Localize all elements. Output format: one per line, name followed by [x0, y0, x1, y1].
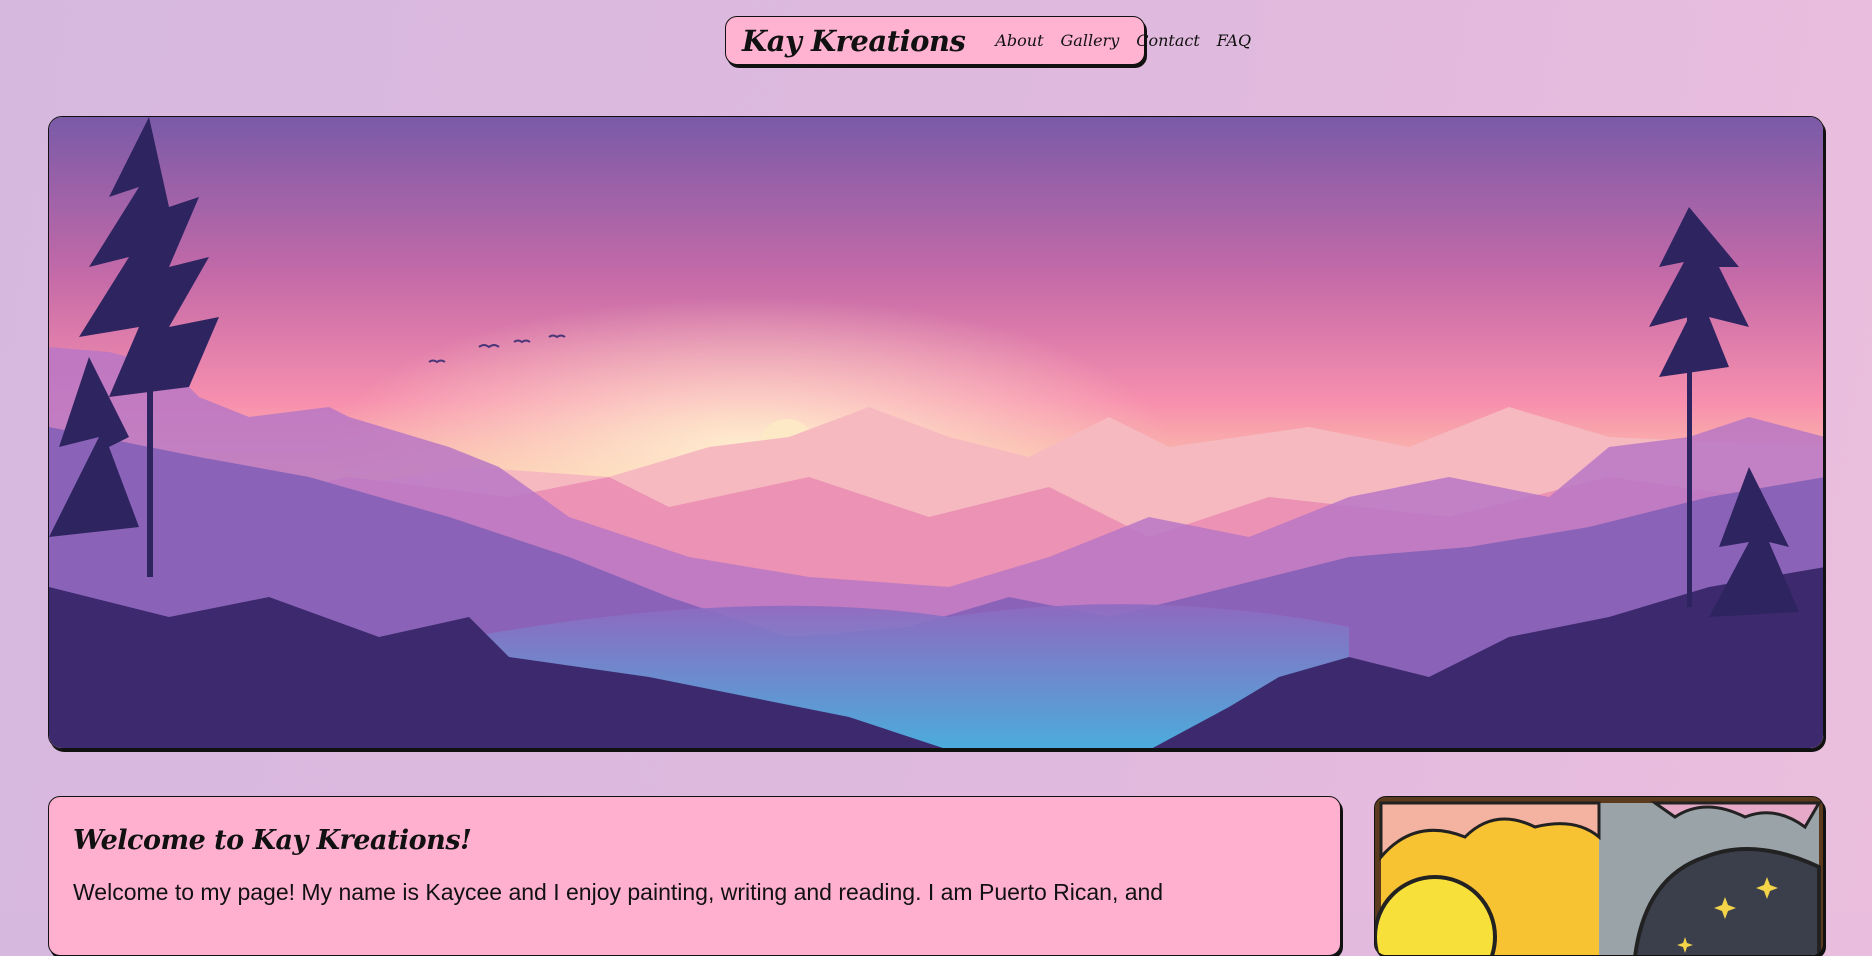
featured-painting-image	[1374, 796, 1824, 956]
hero-banner-image	[48, 116, 1824, 749]
nav-link-contact[interactable]: Contact	[1136, 31, 1200, 50]
welcome-card: Welcome to Kay Kreations! Welcome to my …	[48, 796, 1341, 956]
welcome-body-text: Welcome to my page! My name is Kaycee an…	[73, 879, 1164, 905]
nav-link-about[interactable]: About	[995, 31, 1043, 50]
landscape-illustration	[49, 117, 1823, 748]
nav-link-gallery[interactable]: Gallery	[1061, 31, 1120, 50]
top-navigation: Kay Kreations About Gallery Contact FAQ	[725, 16, 1251, 65]
nav-link-faq[interactable]: FAQ	[1217, 31, 1251, 50]
site-logo-title[interactable]: Kay Kreations	[742, 24, 966, 58]
welcome-heading: Welcome to Kay Kreations!	[73, 825, 472, 856]
sun-and-moon-painting	[1375, 797, 1823, 955]
